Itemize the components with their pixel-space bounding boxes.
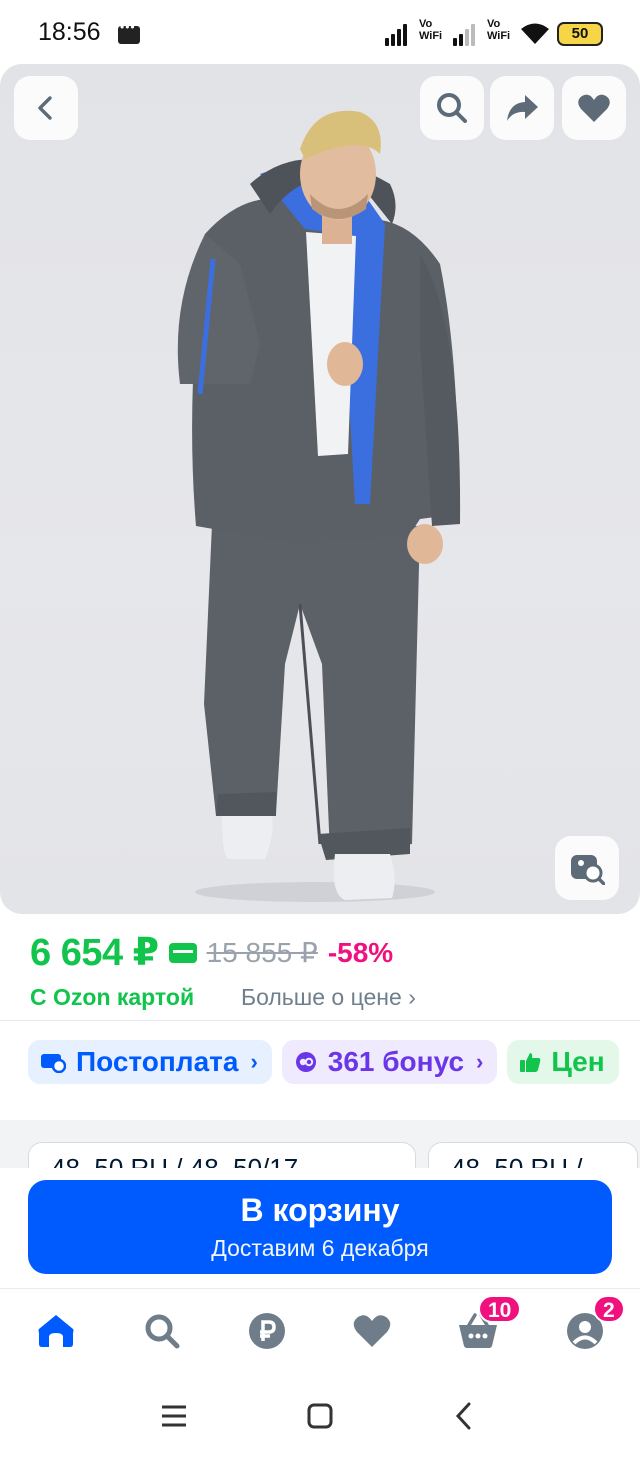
heart-icon xyxy=(578,94,610,122)
chip-price[interactable]: Цен xyxy=(507,1040,619,1084)
ozon-card-label: С Ozon картой xyxy=(30,984,195,1010)
thumb-up-icon xyxy=(520,1053,541,1072)
signal-icon-2 xyxy=(453,20,475,46)
chip-postpay-label: Постоплата xyxy=(76,1046,239,1077)
share-button[interactable] xyxy=(490,76,554,140)
ruble-icon xyxy=(249,1313,285,1349)
product-photo-winter-suit xyxy=(177,110,461,902)
nav-ruble[interactable] xyxy=(245,1309,289,1353)
profile-notification-badge: 2 xyxy=(593,1295,625,1323)
share-icon xyxy=(507,95,538,121)
heart-icon xyxy=(353,1315,391,1347)
discount-badge: -58% xyxy=(327,936,394,968)
nav-profile[interactable]: 2 xyxy=(563,1295,625,1353)
ozon-card-icon xyxy=(168,942,197,963)
nav-home[interactable] xyxy=(34,1309,78,1353)
current-price: 6 654 ₽ xyxy=(30,932,159,974)
bonus-icon xyxy=(295,1052,316,1072)
home-icon xyxy=(38,1315,74,1347)
nav-search[interactable] xyxy=(140,1309,184,1353)
chevron-left-icon xyxy=(38,96,52,120)
favorite-button[interactable] xyxy=(562,76,626,140)
add-to-cart-button[interactable]: В корзину Доставим 6 декабря xyxy=(28,1180,612,1274)
image-search-icon xyxy=(571,855,605,885)
back-button[interactable] xyxy=(14,76,78,140)
price-row: 6 654 ₽ 15 855 ₽ -58% xyxy=(30,930,393,975)
message-notification-icon xyxy=(118,20,140,44)
old-price: 15 855 ₽ xyxy=(206,937,318,968)
battery-indicator: 50 xyxy=(557,22,603,46)
menu-button[interactable] xyxy=(154,1400,194,1432)
add-to-cart-label: В корзину xyxy=(240,1192,400,1228)
status-time: 18:56 xyxy=(38,18,101,46)
bottom-nav: 10 2 xyxy=(0,1288,640,1374)
chevron-left-icon xyxy=(455,1402,471,1430)
wifi-icon xyxy=(521,23,549,44)
vowifi-label-2: Vo WiFi xyxy=(487,18,511,42)
nav-favorites[interactable] xyxy=(350,1309,394,1353)
chevron-right-icon: › xyxy=(250,1049,258,1074)
chip-price-label: Цен xyxy=(551,1046,605,1077)
chip-postpay[interactable]: Постоплата › xyxy=(28,1040,272,1084)
menu-icon xyxy=(162,1405,186,1427)
more-price-link[interactable]: Больше о цене › xyxy=(241,984,416,1011)
search-icon xyxy=(145,1314,180,1349)
benefit-chips: Постоплата › 361 бонус › Цен xyxy=(28,1040,619,1084)
cart-count-badge: 10 xyxy=(478,1295,522,1323)
chip-bonus[interactable]: 361 бонус › xyxy=(281,1040,498,1084)
nav-cart[interactable]: 10 xyxy=(456,1295,522,1353)
system-nav-bar xyxy=(0,1374,640,1458)
product-image[interactable] xyxy=(0,64,640,914)
home-system-button[interactable] xyxy=(300,1400,340,1432)
chevron-right-icon: › xyxy=(476,1049,484,1074)
search-icon xyxy=(437,93,467,123)
square-icon xyxy=(307,1403,333,1429)
status-bar: 18:56 VoWiFi VoWiFi 50 xyxy=(0,0,640,64)
visual-search-button[interactable] xyxy=(555,836,619,900)
vowifi-label: Vo WiFi xyxy=(419,18,443,42)
search-button[interactable] xyxy=(420,76,484,140)
card-clock-icon xyxy=(41,1054,66,1073)
chip-bonus-label: 361 бонус xyxy=(327,1046,465,1077)
signal-icon xyxy=(385,20,407,46)
back-system-button[interactable] xyxy=(444,1400,484,1432)
delivery-date: Доставим 6 декабря xyxy=(211,1235,429,1261)
